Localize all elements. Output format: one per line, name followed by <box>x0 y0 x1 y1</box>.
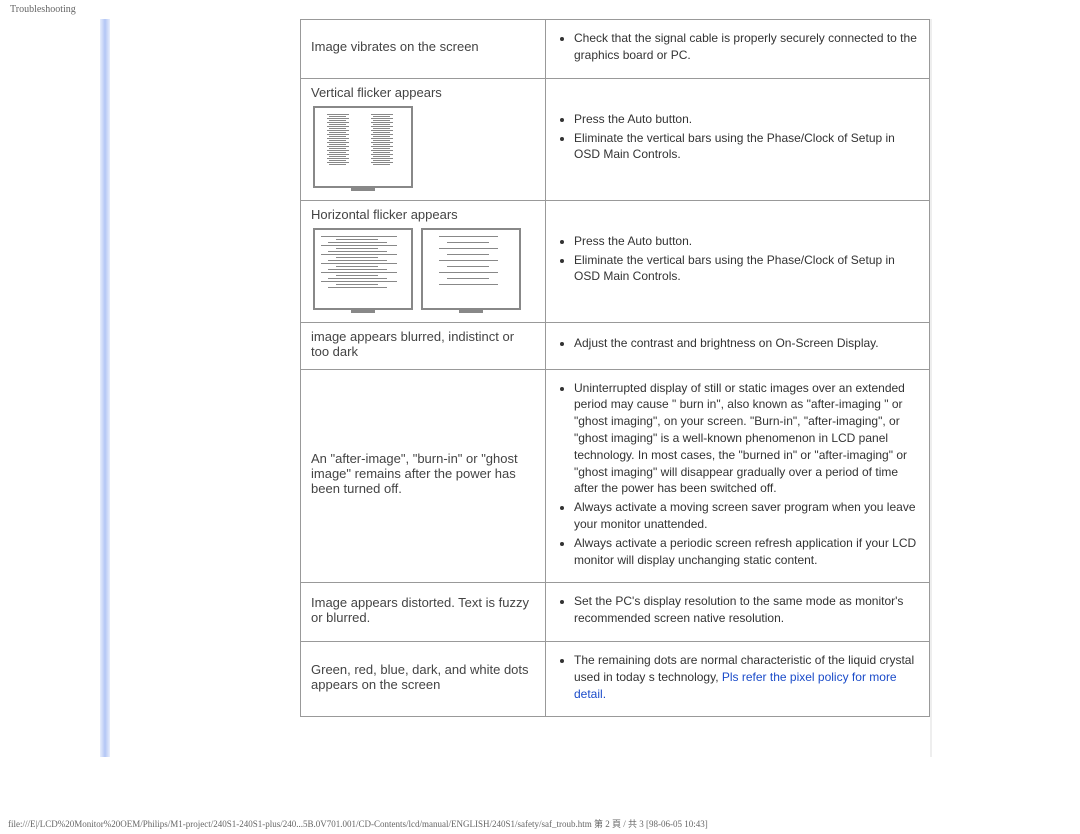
solution-item: The remaining dots are normal characteri… <box>574 652 919 702</box>
horizontal-flicker-icon <box>313 228 413 310</box>
solution-cell: Press the Auto button. Eliminate the ver… <box>546 200 930 322</box>
horizontal-flicker-icon <box>421 228 521 310</box>
solution-item: Press the Auto button. <box>574 233 919 250</box>
table-row: An "after-image", "burn-in" or "ghost im… <box>301 369 930 583</box>
decorative-bar-left <box>100 19 110 757</box>
main-container: Image vibrates on the screen Check that … <box>100 19 980 757</box>
problem-cell: Horizontal flicker appears <box>301 200 546 322</box>
solution-cell: Uninterrupted display of still or static… <box>546 369 930 583</box>
problem-cell: Vertical flicker appears <box>301 78 546 200</box>
solution-item: Set the PC's display resolution to the s… <box>574 593 919 627</box>
solution-item: Eliminate the vertical bars using the Ph… <box>574 130 919 164</box>
left-spacer <box>110 19 300 757</box>
vertical-flicker-icon <box>313 106 413 188</box>
problem-cell: An "after-image", "burn-in" or "ghost im… <box>301 369 546 583</box>
solution-cell: Check that the signal cable is properly … <box>546 20 930 79</box>
solution-cell: Adjust the contrast and brightness on On… <box>546 322 930 369</box>
table-row: Image appears distorted. Text is fuzzy o… <box>301 583 930 642</box>
table-row: Horizontal flicker appears Press the Aut… <box>301 200 930 322</box>
solution-cell: The remaining dots are normal characteri… <box>546 641 930 716</box>
troubleshooting-table: Image vibrates on the screen Check that … <box>300 19 930 717</box>
solution-item: Always activate a moving screen saver pr… <box>574 499 919 533</box>
table-row: image appears blurred, indistinct or too… <box>301 322 930 369</box>
problem-text: Vertical flicker appears <box>311 85 442 100</box>
solution-item: Always activate a periodic screen refres… <box>574 535 919 569</box>
solution-item: Adjust the contrast and brightness on On… <box>574 335 919 352</box>
problem-cell: Green, red, blue, dark, and white dots a… <box>301 641 546 716</box>
solution-item: Uninterrupted display of still or static… <box>574 380 919 498</box>
solution-cell: Press the Auto button. Eliminate the ver… <box>546 78 930 200</box>
problem-cell: Image vibrates on the screen <box>301 20 546 79</box>
page-footer: file:///E|/LCD%20Monitor%20OEM/Philips/M… <box>8 817 708 830</box>
solution-item: Press the Auto button. <box>574 111 919 128</box>
content-column: Image vibrates on the screen Check that … <box>300 19 931 757</box>
table-row: Vertical flicker appears Press the Auto … <box>301 78 930 200</box>
table-row: Image vibrates on the screen Check that … <box>301 20 930 79</box>
solution-item: Check that the signal cable is properly … <box>574 30 919 64</box>
problem-cell: Image appears distorted. Text is fuzzy o… <box>301 583 546 642</box>
solution-cell: Set the PC's display resolution to the s… <box>546 583 930 642</box>
problem-text: Horizontal flicker appears <box>311 207 458 222</box>
problem-cell: image appears blurred, indistinct or too… <box>301 322 546 369</box>
page-header: Troubleshooting <box>0 0 1080 19</box>
solution-item: Eliminate the vertical bars using the Ph… <box>574 252 919 286</box>
table-row: Green, red, blue, dark, and white dots a… <box>301 641 930 716</box>
right-spacer <box>931 19 1080 757</box>
